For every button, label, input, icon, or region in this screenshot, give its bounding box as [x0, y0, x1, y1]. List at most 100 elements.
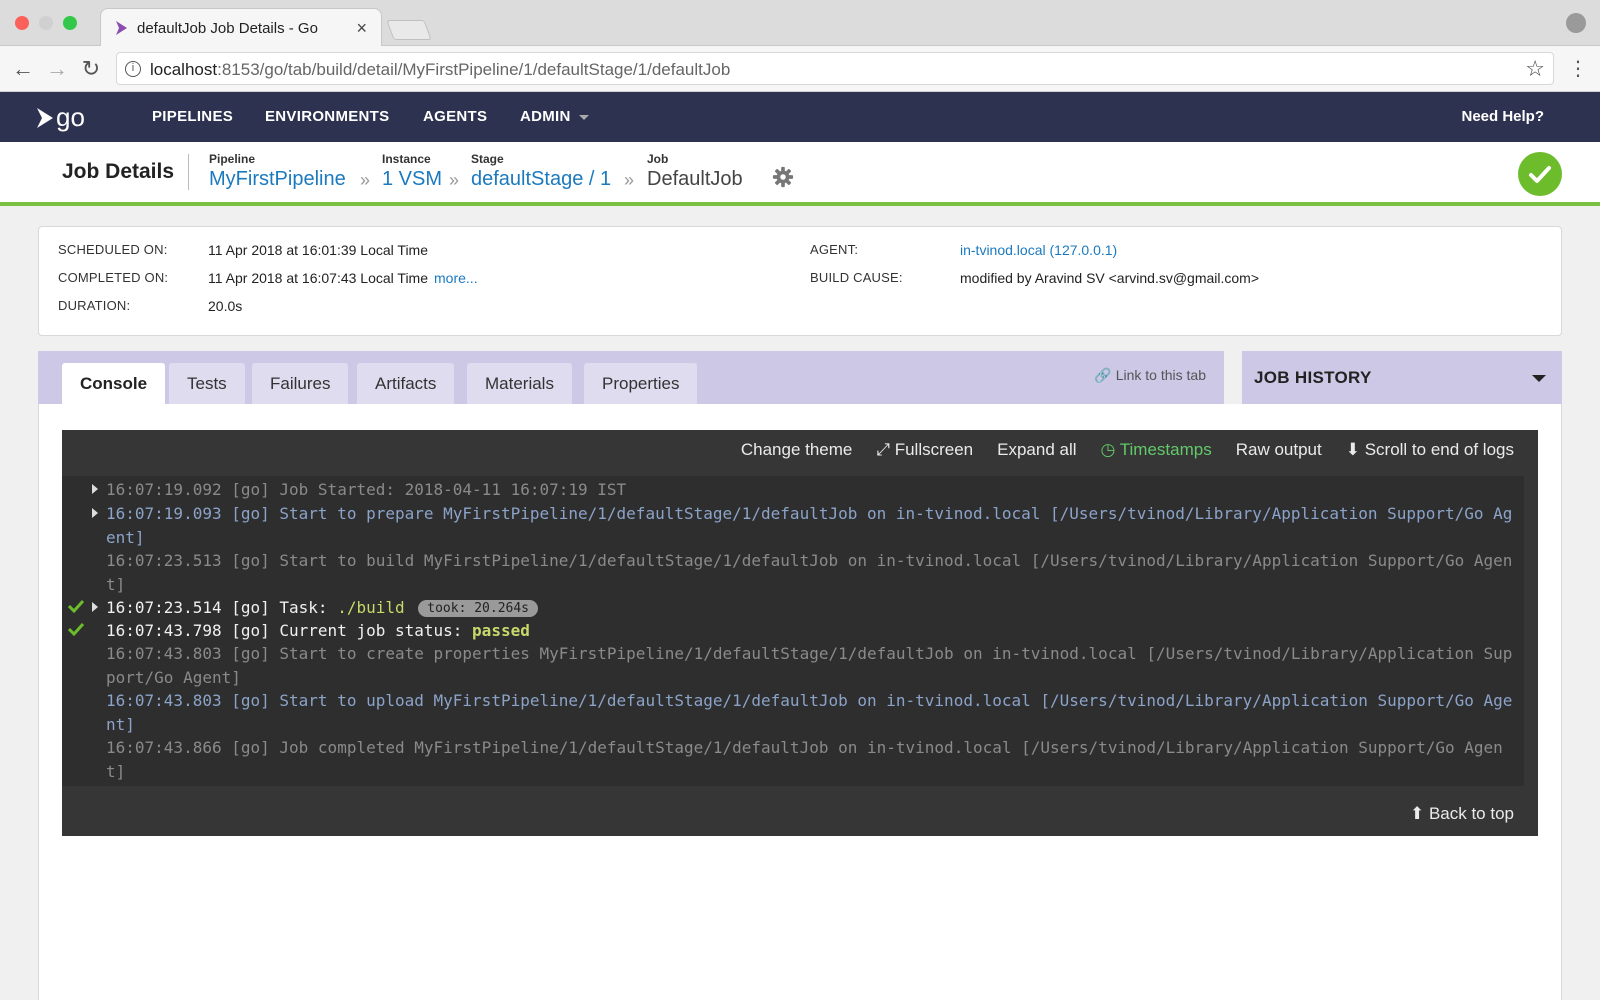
- forward-arrow-icon[interactable]: →: [44, 56, 70, 82]
- agent-label: AGENT:: [810, 242, 859, 257]
- log-line: 16:07:43.866 [go] Job completed MyFirstP…: [106, 738, 1503, 781]
- profile-icon[interactable]: [1566, 13, 1586, 33]
- reload-icon[interactable]: ↻: [78, 56, 104, 82]
- log-line: 16:07:19.093 [go] Start to prepare MyFir…: [106, 504, 1513, 547]
- crumb-job-value: DefaultJob: [647, 168, 743, 190]
- timestamps-label: Timestamps: [1119, 440, 1212, 459]
- check-icon: [68, 599, 84, 613]
- nav-admin-label: ADMIN: [520, 108, 571, 125]
- job-status-text: passed: [472, 621, 530, 640]
- crumb-job-label: Job: [647, 152, 669, 166]
- crumb-stage: Stage defaultStage / 1: [471, 152, 611, 191]
- chevron-down-icon[interactable]: [1532, 375, 1546, 382]
- job-history-panel[interactable]: JOB HISTORY: [1242, 351, 1562, 404]
- nav-admin[interactable]: ADMIN: [520, 108, 589, 125]
- build-cause-label: BUILD CAUSE:: [810, 270, 903, 285]
- nav-environments[interactable]: ENVIRONMENTS: [265, 108, 389, 125]
- go-logo-icon: [37, 107, 53, 128]
- crumb-job: Job DefaultJob: [647, 152, 743, 191]
- console-panel: Change theme ⤢ Fullscreen Expand all ◷ T…: [62, 430, 1538, 836]
- crumb-stage-link[interactable]: defaultStage / 1: [471, 168, 611, 191]
- clock-icon: ◷: [1100, 440, 1120, 459]
- bookmark-star-icon[interactable]: ☆: [1525, 56, 1545, 82]
- go-favicon-icon: [116, 21, 127, 35]
- completed-on-value: 11 Apr 2018 at 16:07:43 Local Time: [208, 270, 429, 286]
- job-summary-panel: SCHEDULED ON: 11 Apr 2018 at 16:01:39 Lo…: [38, 226, 1562, 336]
- console-log: 16:07:19.092 [go] Job Started: 2018-04-1…: [62, 476, 1524, 786]
- fullscreen-label: Fullscreen: [894, 440, 974, 459]
- log-line: 16:07:43.803 [go] Start to create proper…: [106, 644, 1513, 687]
- tab-properties[interactable]: Properties: [584, 363, 698, 404]
- checkmark-icon: [1529, 166, 1551, 183]
- job-history-title: JOB HISTORY: [1254, 368, 1372, 387]
- tab-tests[interactable]: Tests: [169, 363, 245, 404]
- link-icon: 🔗: [1094, 367, 1116, 383]
- go-logo[interactable]: go: [36, 102, 85, 133]
- raw-output-button[interactable]: Raw output: [1236, 440, 1322, 466]
- console-toolbar: Change theme ⤢ Fullscreen Expand all ◷ T…: [741, 440, 1514, 466]
- log-line: 16:07:23.513 [go] Start to build MyFirst…: [106, 551, 1513, 594]
- log-line-status-prefix: 16:07:43.798 [go] Current job status:: [106, 621, 473, 640]
- log-line-status: 16:07:43.798 [go] Current job status: pa…: [106, 619, 1522, 643]
- job-tabs-bar: Console Tests Failures Artifacts Materia…: [38, 351, 1224, 404]
- crumb-separator: »: [360, 170, 371, 190]
- go-logo-text: go: [56, 102, 85, 132]
- tab-console[interactable]: Console: [62, 363, 166, 404]
- duration-label: DURATION:: [58, 298, 131, 313]
- link-to-tab[interactable]: 🔗 Link to this tab: [1094, 367, 1206, 384]
- tab-failures[interactable]: Failures: [252, 363, 349, 404]
- browser-tab[interactable]: defaultJob Job Details - Go ×: [100, 8, 382, 46]
- minimize-window-button[interactable]: [39, 16, 53, 30]
- arrow-down-icon: ⬇: [1345, 440, 1365, 459]
- tab-materials[interactable]: Materials: [467, 363, 572, 404]
- address-bar: ← → ↻ i localhost:8153/go/tab/build/deta…: [0, 46, 1600, 92]
- expand-arrow-icon[interactable]: [92, 508, 98, 518]
- crumb-instance-label: Instance: [382, 152, 431, 166]
- browser-menu-icon[interactable]: ⋮: [1568, 56, 1588, 82]
- maximize-window-button[interactable]: [63, 16, 77, 30]
- title-divider: [188, 154, 189, 190]
- browser-tab-bar: defaultJob Job Details - Go ×: [0, 0, 1600, 46]
- crumb-stage-label: Stage: [471, 152, 504, 166]
- timestamps-toggle[interactable]: ◷ Timestamps: [1101, 440, 1212, 466]
- need-help-link[interactable]: Need Help?: [1461, 108, 1544, 125]
- info-icon[interactable]: i: [125, 61, 141, 77]
- browser-tab-title: defaultJob Job Details - Go: [137, 20, 318, 37]
- url-input[interactable]: i localhost:8153/go/tab/build/detail/MyF…: [116, 52, 1554, 85]
- back-arrow-icon[interactable]: ←: [10, 56, 36, 82]
- close-window-button[interactable]: [15, 16, 29, 30]
- crumb-instance: Instance 1 VSM: [382, 152, 442, 191]
- tab-artifacts[interactable]: Artifacts: [357, 363, 455, 404]
- scroll-to-end-button[interactable]: ⬇ Scroll to end of logs: [1346, 440, 1514, 466]
- log-line: 16:07:43.803 [go] Start to upload MyFirs…: [106, 691, 1513, 734]
- more-link[interactable]: more...: [434, 270, 478, 286]
- crumb-separator: »: [449, 170, 460, 190]
- expand-all-button[interactable]: Expand all: [997, 440, 1076, 466]
- completed-on-label: COMPLETED ON:: [58, 270, 169, 285]
- job-status-badge: [1518, 152, 1562, 196]
- task-name: ./build: [337, 598, 405, 617]
- fullscreen-button[interactable]: ⤢ Fullscreen: [876, 440, 973, 466]
- crumb-instance-link[interactable]: 1 VSM: [382, 168, 442, 191]
- crumb-pipeline-link[interactable]: MyFirstPipeline: [209, 168, 346, 191]
- nav-agents[interactable]: AGENTS: [423, 108, 487, 125]
- app-header: go PIPELINES ENVIRONMENTS AGENTS ADMIN N…: [0, 92, 1600, 142]
- page-title: Job Details: [62, 160, 175, 183]
- new-tab-button[interactable]: [386, 20, 432, 40]
- expand-arrow-icon[interactable]: [92, 484, 98, 494]
- agent-link[interactable]: in-tvinod.local (127.0.0.1): [960, 242, 1117, 258]
- fullscreen-icon: ⤢: [876, 440, 895, 459]
- duration-value: 20.0s: [208, 298, 243, 314]
- crumb-pipeline: Pipeline MyFirstPipeline: [209, 152, 346, 191]
- chevron-down-icon: [578, 114, 589, 120]
- crumb-separator: »: [624, 170, 635, 190]
- url-path: :8153/go/tab/build/detail/MyFirstPipelin…: [217, 60, 731, 79]
- tab-close-icon[interactable]: ×: [356, 18, 367, 39]
- scroll-to-end-label: Scroll to end of logs: [1364, 440, 1514, 459]
- log-line-task-prefix: 16:07:23.514 [go] Task:: [106, 598, 338, 617]
- expand-arrow-icon[interactable]: [92, 602, 98, 612]
- gear-icon[interactable]: [772, 166, 794, 188]
- nav-pipelines[interactable]: PIPELINES: [152, 108, 233, 125]
- back-to-top-button[interactable]: ⬆ Back to top: [1410, 804, 1514, 824]
- change-theme-button[interactable]: Change theme: [741, 440, 853, 466]
